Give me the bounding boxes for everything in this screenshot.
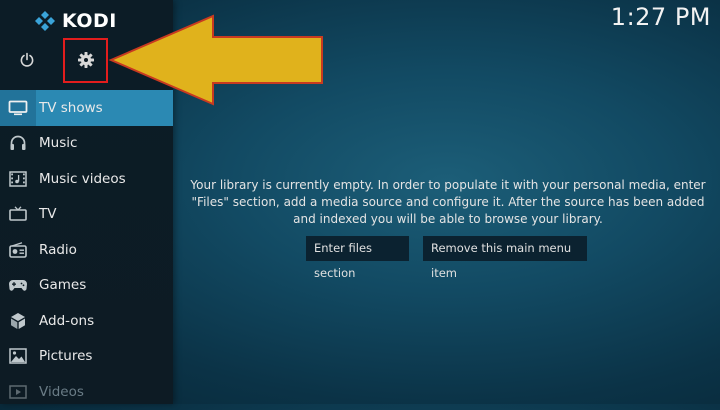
- gamepad-icon: [9, 280, 27, 291]
- menu-item-label: TV: [39, 206, 57, 223]
- menu-item-label: Music: [39, 135, 78, 152]
- addons-icon: [11, 312, 25, 329]
- power-button[interactable]: [5, 40, 49, 80]
- menu-item-pictures[interactable]: Pictures: [0, 339, 173, 375]
- kodi-logo-icon: [35, 11, 55, 31]
- music-video-icon: [9, 171, 27, 187]
- menu-item-games[interactable]: Games: [0, 268, 173, 304]
- clock: 1:27 PM: [610, 3, 711, 31]
- pictures-icon: [9, 348, 27, 364]
- menu-item-add-ons[interactable]: Add-ons: [0, 303, 173, 339]
- menu-item-videos[interactable]: Videos: [0, 374, 173, 410]
- tv-icon: [9, 206, 27, 222]
- menu-item-label: Videos: [39, 383, 84, 400]
- pointer-arrow: [108, 14, 323, 106]
- menu-item-label: Add-ons: [39, 312, 95, 329]
- power-icon: [20, 52, 34, 67]
- videos-icon: [9, 385, 27, 399]
- enter-files-section-button[interactable]: Enter files section: [306, 236, 409, 280]
- empty-library-message: Your library is currently empty. In orde…: [190, 178, 706, 226]
- settings-highlight-box: [63, 38, 108, 83]
- tv-shows-icon: [8, 100, 28, 115]
- kodi-logo: KODI: [34, 9, 117, 33]
- menu-item-music[interactable]: Music: [0, 126, 173, 162]
- remove-menu-item-button[interactable]: Remove this main menu item: [423, 236, 587, 280]
- headphones-icon: [10, 135, 26, 151]
- menu-item-label: Music videos: [39, 170, 126, 187]
- menu-item-music-videos[interactable]: Music videos: [0, 161, 173, 197]
- action-buttons: Enter files section Remove this main men…: [0, 236, 720, 280]
- menu-item-label: Pictures: [39, 348, 93, 365]
- menu-item-label: TV shows: [39, 99, 103, 116]
- menu-item-label: Games: [39, 277, 87, 294]
- menu-item-tv[interactable]: TV: [0, 197, 173, 233]
